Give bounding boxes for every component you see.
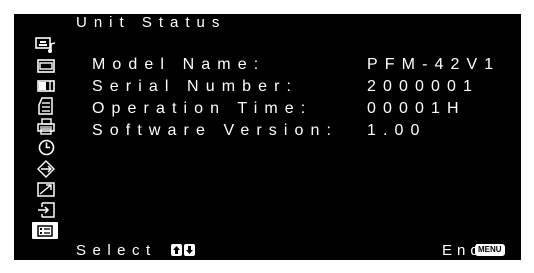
sidebar-item-input[interactable] <box>34 201 58 218</box>
input-icon <box>38 201 55 218</box>
serial-number-value: 2000001 <box>367 78 479 95</box>
sidebar-item-unit-status[interactable] <box>32 222 58 239</box>
title-bar: Unit Status <box>14 14 521 32</box>
screen-icon <box>37 58 55 73</box>
clock-icon <box>38 139 54 156</box>
up-arrow-key-icon[interactable] <box>171 244 182 256</box>
model-name-value: PFM-42V1 <box>367 56 501 73</box>
model-name-label: Model Name: <box>92 56 266 73</box>
osd-screen: Unit Status Model Name: PFM-42V1 Serial … <box>14 14 521 260</box>
connection-arrows-icon <box>37 159 55 178</box>
sidebar-item-connection[interactable] <box>34 159 58 178</box>
sidebar-item-picture-sound[interactable] <box>34 36 58 53</box>
sidebar-item-printer[interactable] <box>34 118 58 135</box>
trend-arrow-icon <box>37 182 55 197</box>
operation-time-value: 00001H <box>367 100 466 117</box>
menu-sidebar <box>18 34 68 258</box>
sidebar-item-settings[interactable] <box>34 96 58 115</box>
menu-key-button[interactable]: MENU <box>475 244 505 256</box>
software-version-value: 1.00 <box>367 122 427 139</box>
settings-list-icon <box>38 96 53 115</box>
unit-status-icon <box>37 224 53 237</box>
picture-sound-icon <box>35 36 56 53</box>
sidebar-item-trend[interactable] <box>34 181 58 198</box>
sidebar-item-screen[interactable] <box>34 57 58 74</box>
software-version-label: Software Version: <box>92 122 339 139</box>
sidebar-item-dual-screen[interactable] <box>34 77 58 94</box>
page-title: Unit Status <box>76 14 227 31</box>
footer-bar: Select End MENU <box>14 242 521 260</box>
printer-icon <box>37 118 55 135</box>
select-keys <box>171 244 195 256</box>
sidebar-item-clock[interactable] <box>34 139 58 156</box>
down-arrow-key-icon[interactable] <box>184 244 195 256</box>
operation-time-label: Operation Time: <box>92 100 313 117</box>
serial-number-label: Serial Number: <box>92 78 299 95</box>
dual-screen-icon <box>37 79 55 92</box>
select-hint-label: Select <box>76 242 157 259</box>
